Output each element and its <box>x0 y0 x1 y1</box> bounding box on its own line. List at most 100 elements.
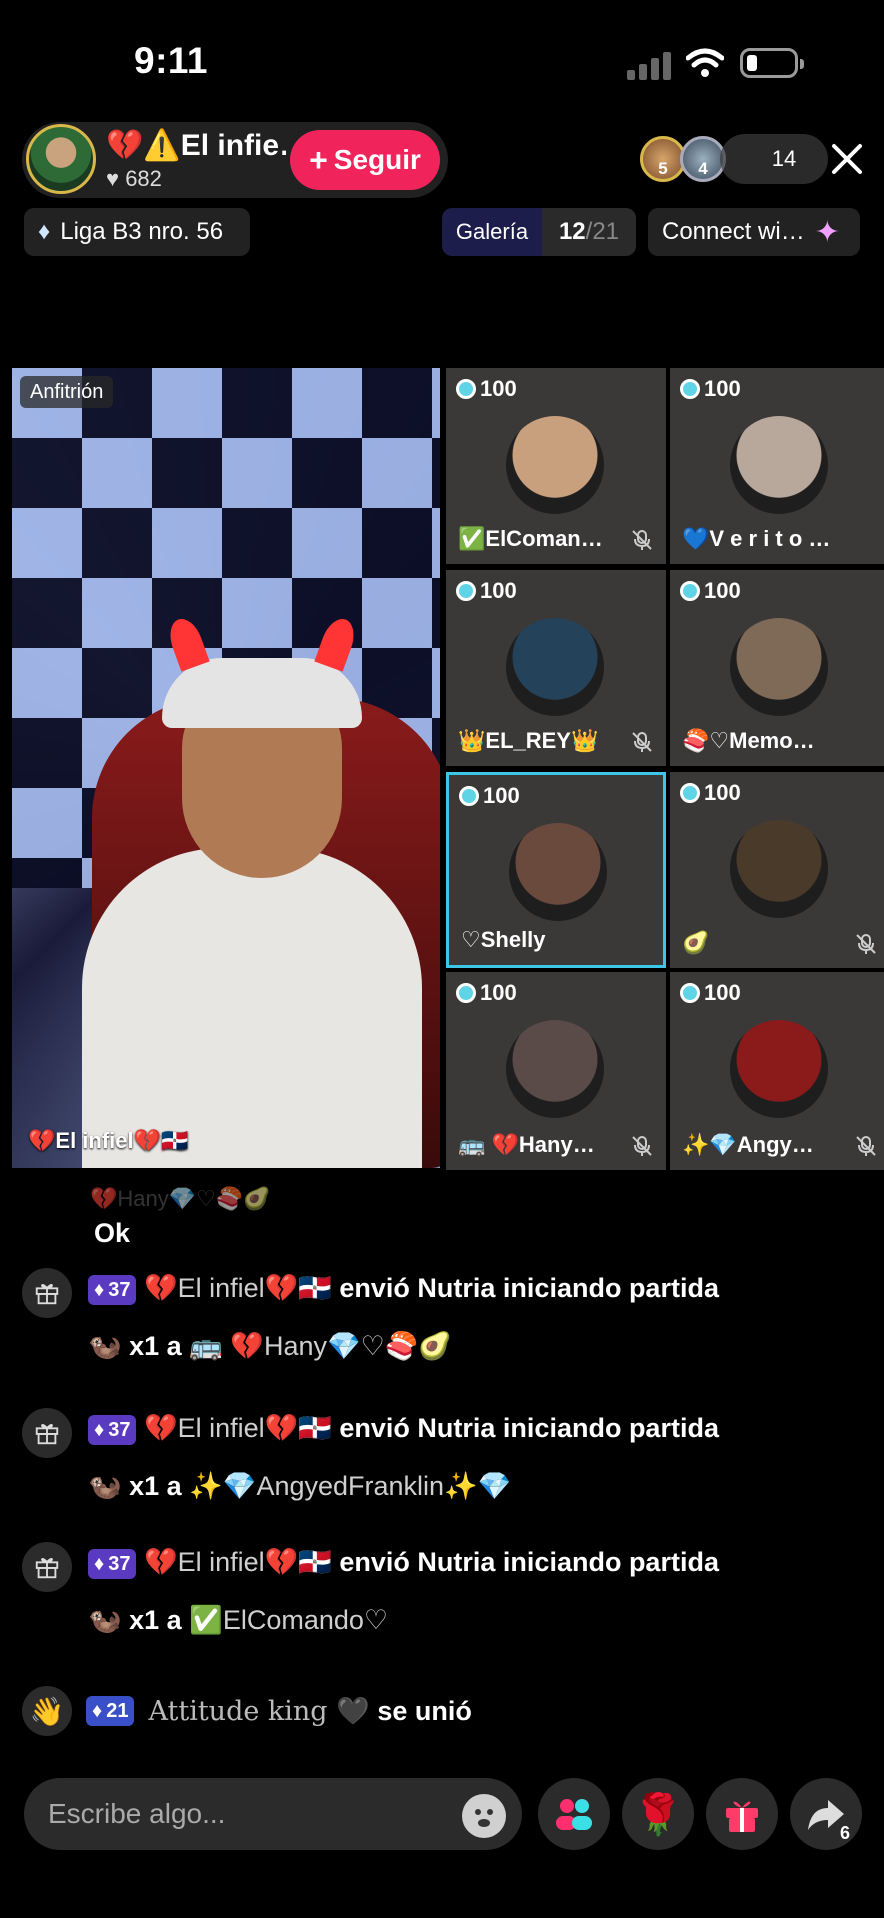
diamond-icon: ♦ <box>92 1699 103 1722</box>
rose-gift-button[interactable]: 🌹 <box>622 1778 694 1850</box>
level-badge: ♦ 21 <box>86 1696 135 1726</box>
guest-score: 100 <box>456 578 517 604</box>
status-time: 9:11 <box>134 40 209 81</box>
heart-icon: ♥ <box>106 166 120 191</box>
gallery-chip[interactable]: Galería 12/21 <box>442 208 636 256</box>
wifi-icon <box>686 48 724 77</box>
gift-button[interactable] <box>706 1778 778 1850</box>
sparkle-icon: ✦ <box>814 215 840 249</box>
otter-gift-icon: 🦦 <box>88 1471 122 1501</box>
league-chip[interactable]: ♦ Liga B3 nro. 56 <box>24 208 250 256</box>
gift-recipient[interactable]: 🚌 💔Hany💎♡🍣🥑 <box>189 1331 452 1361</box>
gift-recipient[interactable]: ✨💎AngyedFranklin✨💎 <box>189 1471 511 1501</box>
level-number: 37 <box>108 1418 131 1441</box>
join-user[interactable]: Attitude king 🖤 <box>148 1696 369 1727</box>
cellular-signal-icon <box>627 50 671 80</box>
share-button[interactable]: 6 <box>790 1778 862 1850</box>
guest-avatar[interactable] <box>730 416 828 514</box>
host-tag: Anfitrión <box>20 376 114 408</box>
guest-tile[interactable]: 100 ♡Shelly <box>446 772 666 968</box>
host-likes: ♥ 682 <box>106 166 162 192</box>
gift-recipient[interactable]: ✅ElComando♡ <box>189 1605 388 1635</box>
gift-line-1: ♦ 37 💔El infiel💔🇩🇴 envió Nutria iniciando… <box>88 1268 719 1308</box>
host-video-name: 💔El infiel💔🇩🇴 <box>28 1128 189 1153</box>
comment-input[interactable]: Escribe algo... <box>24 1778 522 1850</box>
guest-name: 🍣♡Memo… <box>682 728 815 753</box>
diamond-icon: ♦ <box>38 218 51 245</box>
connect-chip[interactable]: Connect wi… ✦ <box>648 208 860 256</box>
guest-tile[interactable]: 100 🍣♡Memo… <box>670 570 884 766</box>
gift-line-2: 🦦 x1 a ✅ElComando♡ <box>88 1600 719 1640</box>
battery-icon <box>740 48 804 78</box>
guest-score: 100 <box>456 376 517 402</box>
guest-avatar[interactable] <box>730 820 828 918</box>
guest-name: ♡Shelly <box>461 927 546 952</box>
guest-avatar[interactable] <box>730 618 828 716</box>
diamond-icon: ♦ <box>94 1552 105 1575</box>
guest-tile[interactable]: 100 💙V e r i t o D L e… <box>670 368 884 564</box>
guest-name: 🚌 💔Hany… <box>458 1132 595 1157</box>
level-badge: ♦ 37 <box>88 1274 137 1305</box>
gift-message: ♦ 37 💔El infiel💔🇩🇴 envió Nutria iniciando… <box>22 1542 719 1640</box>
guest-avatar[interactable] <box>509 823 607 921</box>
gift-line-2: 🦦 x1 a ✨💎AngyedFranklin✨💎 <box>88 1466 719 1506</box>
guest-avatar[interactable] <box>730 1020 828 1118</box>
host-video[interactable] <box>12 368 440 1168</box>
join-action: se unió <box>377 1695 472 1726</box>
guest-avatar[interactable] <box>506 416 604 514</box>
viewer-rank: 5 <box>658 159 668 178</box>
level-badge: ♦ 37 <box>88 1414 137 1445</box>
guest-score: 100 <box>456 980 517 1006</box>
follow-button[interactable]: + Seguir <box>290 130 440 190</box>
people-icon <box>556 1799 592 1830</box>
score-icon <box>456 379 476 399</box>
level-number: 37 <box>108 1278 131 1301</box>
gift-line-2: 🦦 x1 a 🚌 💔Hany💎♡🍣🥑 <box>88 1326 719 1366</box>
guest-tile[interactable]: 100 👑EL_REY👑 <box>446 570 666 766</box>
gift-sender[interactable]: 💔El infiel💔🇩🇴 <box>144 1547 332 1577</box>
gallery-count: 12/21 <box>542 208 636 256</box>
guest-avatar[interactable] <box>506 1020 604 1118</box>
guest-avatar[interactable] <box>506 618 604 716</box>
emoji-icon[interactable] <box>462 1794 506 1838</box>
guest-score: 100 <box>680 376 741 402</box>
guest-tile[interactable]: 100 ✅ElComan… <box>446 368 666 564</box>
gift-icon <box>22 1268 72 1318</box>
otter-gift-icon: 🦦 <box>88 1331 122 1361</box>
score-icon <box>456 581 476 601</box>
mic-muted-icon <box>632 1136 652 1156</box>
score-icon <box>680 783 700 803</box>
score-icon <box>680 379 700 399</box>
gift-icon <box>726 1801 758 1832</box>
close-icon[interactable] <box>824 136 870 182</box>
viewer-count[interactable]: 14 <box>720 134 828 184</box>
otter-gift-icon: 🦦 <box>88 1605 122 1635</box>
gift-line-1: ♦ 37 💔El infiel💔🇩🇴 envió Nutria iniciando… <box>88 1408 719 1448</box>
host-cap <box>162 658 362 728</box>
guest-tile[interactable]: 100 🚌 💔Hany… <box>446 972 666 1170</box>
mic-muted-icon <box>856 934 876 954</box>
gift-message: ♦ 37 💔El infiel💔🇩🇴 envió Nutria iniciando… <box>22 1268 719 1366</box>
score-icon <box>680 581 700 601</box>
level-number: 21 <box>106 1699 129 1722</box>
host-likes-count: 682 <box>125 166 162 191</box>
guest-name: 👑EL_REY👑 <box>458 728 599 753</box>
gift-action: envió Nutria iniciando partida <box>339 1413 719 1443</box>
rose-icon: 🌹 <box>633 1792 683 1837</box>
guest-tile[interactable]: 100 ✨💎Angy… <box>670 972 884 1170</box>
league-label: Liga B3 nro. 56 <box>60 218 224 245</box>
gift-sender[interactable]: 💔El infiel💔🇩🇴 <box>144 1273 332 1303</box>
host-avatar[interactable] <box>26 124 96 194</box>
join-message: 👋 ♦ 21 Attitude king 🖤 se unió <box>22 1686 472 1736</box>
gift-line-1: ♦ 37 💔El infiel💔🇩🇴 envió Nutria iniciando… <box>88 1542 719 1582</box>
host-name[interactable]: 💔⚠️El infie… <box>106 128 286 163</box>
diamond-icon: ♦ <box>94 1278 105 1301</box>
guest-tile[interactable]: 100 🥑 <box>670 772 884 968</box>
guest-name: ✨💎Angy… <box>682 1132 814 1157</box>
guest-name: 💙V e r i t o D L e… <box>682 526 842 551</box>
gift-sender[interactable]: 💔El infiel💔🇩🇴 <box>144 1413 332 1443</box>
gift-quantity: x1 a <box>129 1331 182 1361</box>
plus-icon: + <box>309 141 328 178</box>
guests-button[interactable] <box>538 1778 610 1850</box>
gift-action: envió Nutria iniciando partida <box>339 1273 719 1303</box>
